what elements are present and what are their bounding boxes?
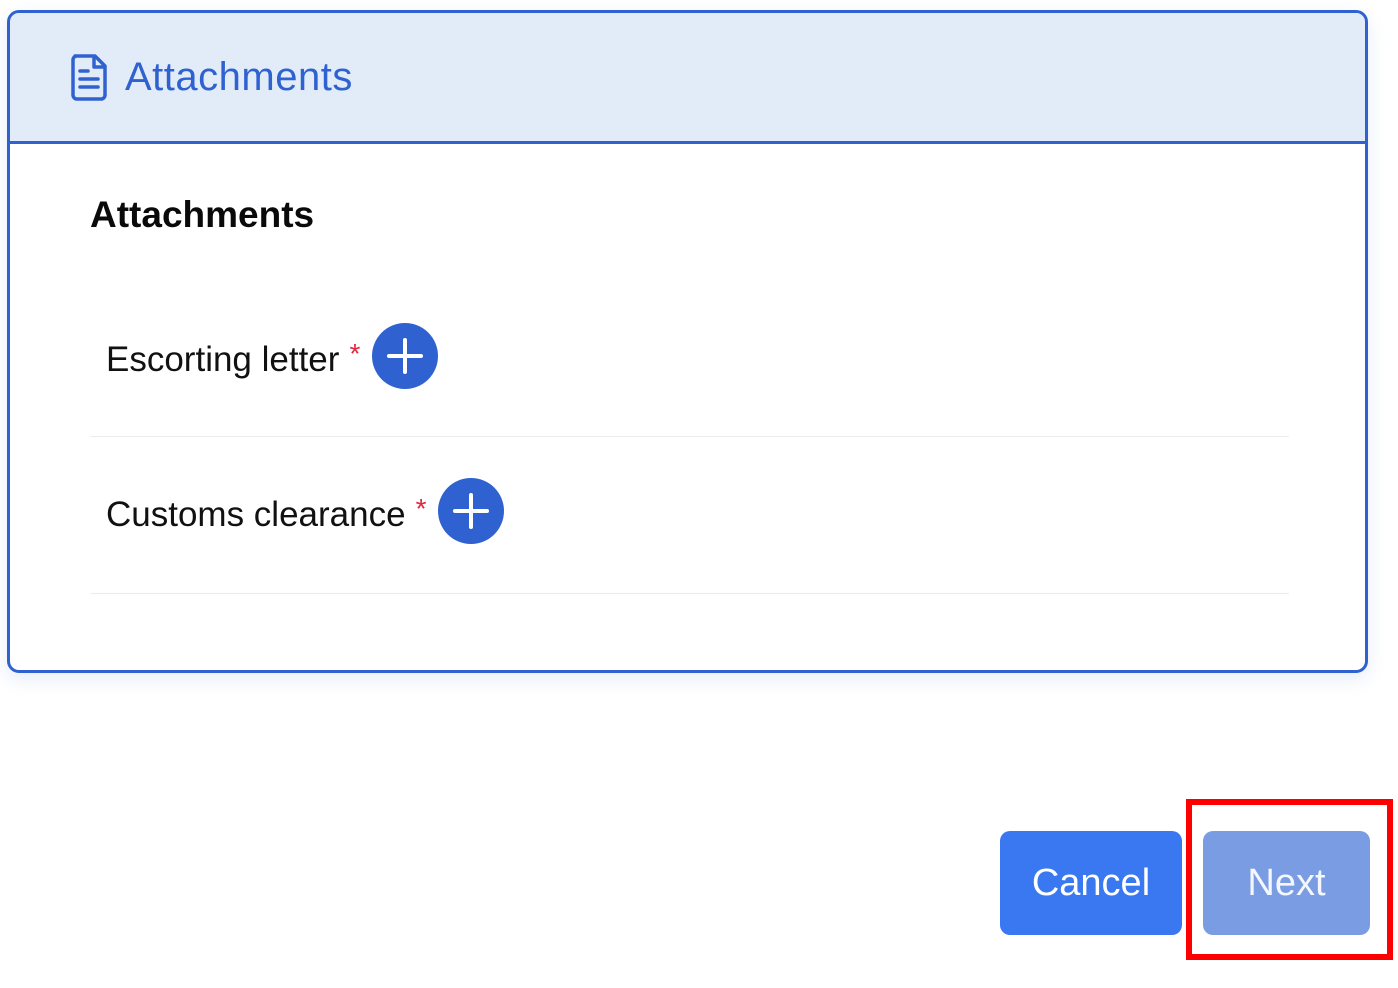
panel-body: Attachments Escorting letter * Customs c… [10,144,1365,594]
cancel-button[interactable]: Cancel [1000,831,1182,935]
attachments-panel: Attachments Attachments Escorting letter… [7,10,1368,673]
attachment-row-customs-clearance: Customs clearance * [90,437,1289,594]
panel-header-title: Attachments [125,54,353,99]
plus-icon [387,337,424,374]
section-title: Attachments [90,194,315,235]
next-button[interactable]: Next [1203,831,1370,935]
required-asterisk: * [415,493,427,524]
required-asterisk: * [349,337,361,369]
attachment-list: Escorting letter * Customs clearance * [90,293,1289,594]
add-escorting-letter-button[interactable] [372,322,439,389]
attachment-label: Customs clearance [106,495,406,534]
document-icon [67,52,111,102]
plus-icon [453,493,490,529]
add-customs-clearance-button[interactable] [438,478,505,544]
attachment-label: Escorting letter [106,339,340,379]
attachment-row-escorting-letter: Escorting letter * [90,293,1289,437]
panel-header: Attachments [10,13,1365,144]
